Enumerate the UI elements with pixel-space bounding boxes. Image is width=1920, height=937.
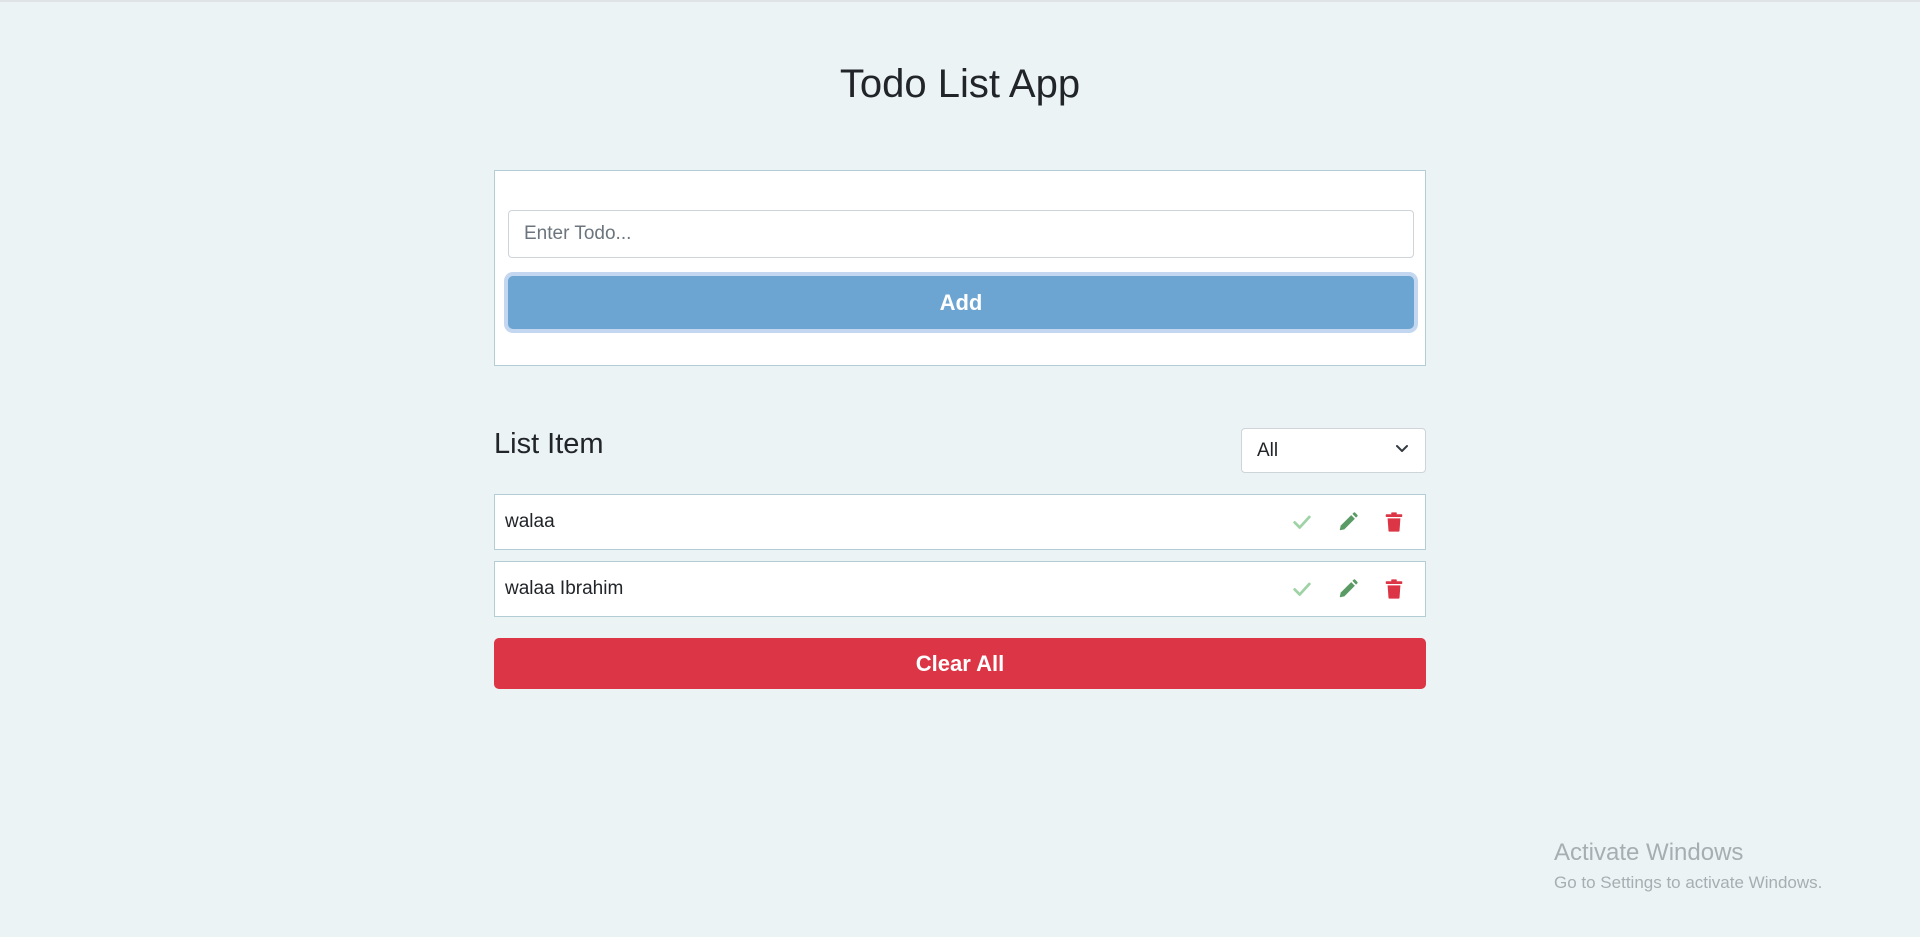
todo-item: walaa — [494, 494, 1426, 550]
filter-selected-value: All — [1257, 439, 1279, 461]
todo-item-actions — [1290, 510, 1406, 534]
chevron-down-icon — [1394, 440, 1410, 462]
trash-icon[interactable] — [1382, 577, 1406, 601]
check-icon[interactable] — [1290, 577, 1314, 601]
filter-select[interactable]: All — [1241, 428, 1426, 473]
activate-windows-watermark: Activate Windows Go to Settings to activ… — [1554, 839, 1822, 893]
todo-input[interactable] — [508, 210, 1414, 258]
todo-item-text: walaa — [505, 511, 555, 532]
pencil-icon[interactable] — [1336, 577, 1360, 601]
todo-item: walaa Ibrahim — [494, 561, 1426, 617]
add-button[interactable]: Add — [508, 276, 1414, 329]
page-title: Todo List App — [839, 62, 1081, 106]
todo-item-text: walaa Ibrahim — [505, 578, 624, 599]
list-heading: List Item — [494, 428, 604, 460]
pencil-icon[interactable] — [1336, 510, 1360, 534]
top-divider — [0, 0, 1920, 2]
clear-all-button[interactable]: Clear All — [494, 638, 1426, 689]
watermark-subtitle: Go to Settings to activate Windows. — [1554, 873, 1823, 892]
watermark-title: Activate Windows — [1554, 839, 1744, 866]
todo-item-actions — [1290, 577, 1406, 601]
trash-icon[interactable] — [1382, 510, 1406, 534]
check-icon[interactable] — [1290, 510, 1314, 534]
todo-form-card: Add — [494, 170, 1426, 366]
